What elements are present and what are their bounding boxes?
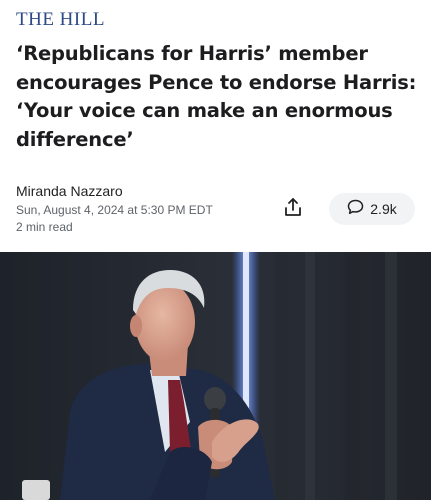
article-headline: ‘Republicans for Harris’ member encourag… bbox=[16, 42, 417, 151]
publisher-logo[interactable]: THE HILL bbox=[16, 9, 105, 31]
publish-date: Sun, August 4, 2024 at 5:30 PM EDT bbox=[16, 203, 213, 217]
share-icon bbox=[284, 197, 302, 222]
author-name[interactable]: Miranda Nazzaro bbox=[16, 183, 123, 199]
article-photo[interactable] bbox=[0, 252, 431, 500]
article-photo-image bbox=[0, 252, 431, 500]
comments-count: 2.9k bbox=[370, 201, 397, 217]
read-time: 2 min read bbox=[16, 220, 73, 234]
comment-icon bbox=[347, 199, 364, 220]
share-button[interactable] bbox=[275, 193, 311, 225]
comments-button[interactable]: 2.9k bbox=[329, 193, 415, 225]
